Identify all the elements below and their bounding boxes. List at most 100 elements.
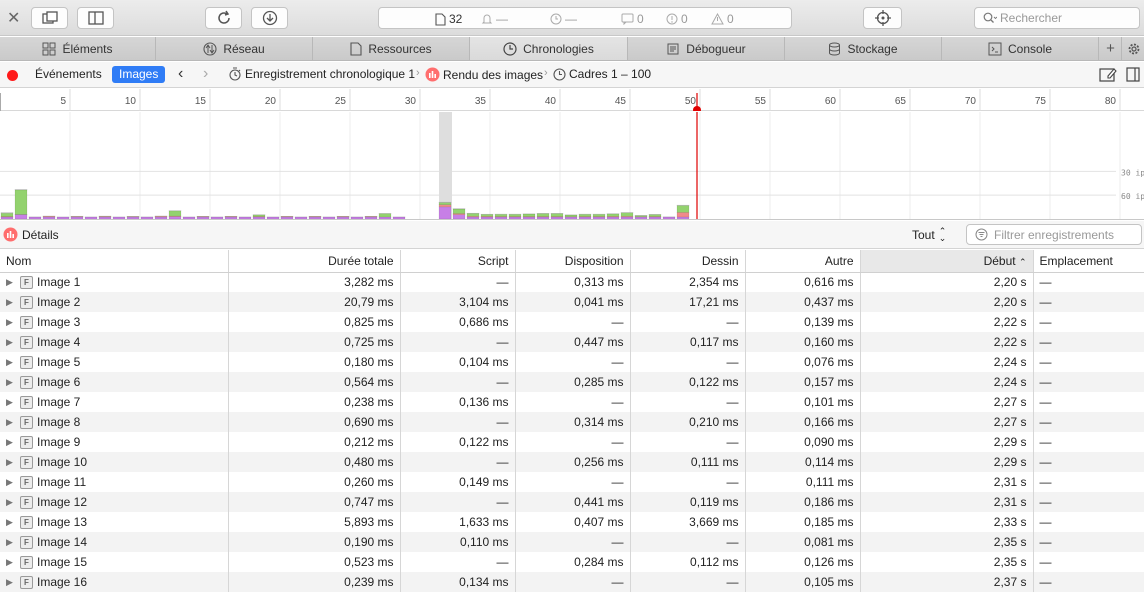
close-icon[interactable]: ✕ [7, 8, 20, 28]
frame-bar-script[interactable] [336, 216, 350, 219]
error-count[interactable]: 0 [666, 12, 688, 26]
settings-button[interactable] [1123, 37, 1144, 60]
disclosure-triangle-icon[interactable]: ▶ [6, 457, 16, 468]
table-row[interactable]: ▶ F Image 9 0,212 ms 0,122 ms — —0,090 ms 2,29 … [0, 432, 1144, 452]
frame-bar-script[interactable] [70, 216, 84, 219]
frame-bar-paint[interactable] [522, 213, 536, 217]
column-header-other[interactable]: Autre [745, 250, 861, 273]
disclosure-triangle-icon[interactable]: ▶ [6, 397, 16, 408]
frame-bar-script[interactable] [154, 216, 168, 219]
search-field[interactable] [974, 7, 1140, 29]
frame-bar-paint[interactable] [466, 213, 480, 217]
breadcrumb-range[interactable]: Cadres 1 – 100 [553, 67, 651, 81]
frame-bar-script[interactable] [350, 216, 364, 219]
frame-bar-script[interactable] [182, 216, 196, 219]
disclosure-triangle-icon[interactable]: ▶ [6, 357, 16, 368]
frame-bar-script[interactable] [438, 206, 452, 219]
frame-bar-script[interactable] [308, 216, 322, 219]
frame-bar-paint[interactable] [620, 212, 634, 217]
table-row[interactable]: ▶ F Image 2 20,79 ms 3,104 ms 0,041 ms 17,21 m… [0, 292, 1144, 312]
table-row[interactable]: ▶ F Image 14 0,190 ms 0,110 ms — —0,081 ms 2,35… [0, 532, 1144, 552]
frame-bar-paint[interactable] [168, 210, 182, 217]
frame-bar-paint[interactable] [564, 214, 578, 217]
frame-bar-script[interactable] [620, 216, 634, 219]
table-row[interactable]: ▶ F Image 5 0,180 ms 0,104 ms — —0,076 ms 2,24 … [0, 352, 1144, 372]
details-sidebar-toggle[interactable] [1099, 67, 1117, 85]
disclosure-triangle-icon[interactable]: ▶ [6, 277, 16, 288]
frame-bar-script[interactable] [466, 216, 480, 219]
table-row[interactable]: ▶ F Image 11 0,260 ms 0,149 ms — —0,111 ms 2,31… [0, 472, 1144, 492]
frame-bar-script[interactable] [564, 216, 578, 219]
frame-bar-paint[interactable] [480, 214, 494, 217]
disclosure-triangle-icon[interactable]: ▶ [6, 317, 16, 328]
frame-bar-paint[interactable] [676, 205, 690, 213]
frame-bar-script[interactable] [280, 216, 294, 219]
frames-graph[interactable]: 30 ips 60 ips [0, 112, 1144, 220]
frame-bar-layout[interactable] [676, 212, 690, 218]
disclosure-triangle-icon[interactable]: ▶ [6, 337, 16, 348]
split-view-button[interactable] [77, 7, 114, 29]
frame-bar-script[interactable] [28, 216, 42, 219]
frame-bar-other[interactable] [452, 208, 466, 210]
frame-bar-paint[interactable] [0, 212, 14, 217]
frame-bar-script[interactable] [0, 216, 14, 219]
frame-bar-script[interactable] [634, 216, 648, 219]
frame-bar-script[interactable] [662, 216, 676, 219]
frame-bar-paint[interactable] [452, 208, 466, 214]
frame-bar-script[interactable] [56, 216, 70, 219]
breadcrumb-frames[interactable]: Rendu des images [425, 67, 543, 82]
column-header-layout[interactable]: Disposition [515, 250, 631, 273]
breadcrumb-recording[interactable]: Enregistrement chronologique 1 [228, 67, 415, 81]
disclosure-triangle-icon[interactable]: ▶ [6, 497, 16, 508]
frame-bar-script[interactable] [578, 216, 592, 219]
frame-bar-other[interactable] [0, 212, 14, 214]
frame-bar-script[interactable] [252, 216, 266, 219]
log-count[interactable]: 0 [621, 12, 644, 26]
disclosure-triangle-icon[interactable]: ▶ [6, 577, 16, 588]
disclosure-triangle-icon[interactable]: ▶ [6, 537, 16, 548]
frame-bar-script[interactable] [168, 216, 182, 219]
frame-bar-script[interactable] [140, 216, 154, 219]
frames-view-button[interactable]: Images [112, 66, 166, 83]
table-row[interactable]: ▶ F Image 4 0,725 ms —0,447 ms 0,117 ms 0,160 … [0, 332, 1144, 352]
download-button[interactable] [251, 7, 288, 29]
frame-bar-script[interactable] [126, 216, 140, 219]
tab-resources[interactable]: Ressources [313, 37, 470, 60]
add-tab-button[interactable]: + [1100, 37, 1122, 60]
disclosure-triangle-icon[interactable]: ▶ [6, 517, 16, 528]
frame-bar-paint[interactable] [592, 214, 606, 217]
frame-bar-script[interactable] [210, 216, 224, 219]
tab-debugger[interactable]: Débogueur [628, 37, 785, 60]
frame-bar-script[interactable] [452, 214, 466, 219]
frame-bar-paint[interactable] [378, 213, 392, 218]
frame-bar-script[interactable] [494, 216, 508, 219]
frame-bar-script[interactable] [266, 216, 280, 219]
reload-button[interactable] [205, 7, 242, 29]
table-row[interactable]: ▶ F Image 10 0,480 ms —0,256 ms 0,111 ms 0,114… [0, 452, 1144, 472]
frame-bar-script[interactable] [14, 214, 28, 219]
table-row[interactable]: ▶ F Image 7 0,238 ms 0,136 ms — —0,101 ms 2,27 … [0, 392, 1144, 412]
column-header-paint[interactable]: Dessin [630, 250, 746, 273]
frame-bar-script[interactable] [42, 216, 56, 219]
frame-bar-script[interactable] [294, 216, 308, 219]
frame-bar-script[interactable] [606, 216, 620, 219]
filter-field[interactable] [966, 224, 1142, 245]
frame-bar-script[interactable] [648, 216, 662, 219]
column-header-location[interactable]: Emplacement [1033, 250, 1144, 273]
tab-timelines[interactable]: Chronologies [470, 37, 628, 60]
undock-button[interactable] [31, 7, 68, 29]
frame-bar-paint[interactable] [550, 213, 564, 217]
frame-bar-script[interactable] [112, 216, 126, 219]
inspect-button[interactable] [863, 7, 902, 29]
frame-bar-other[interactable] [14, 189, 28, 191]
frame-bar-script[interactable] [196, 216, 210, 219]
table-row[interactable]: ▶ F Image 8 0,690 ms —0,314 ms 0,210 ms 0,166 … [0, 412, 1144, 432]
sidebar-toggle[interactable] [1126, 67, 1140, 85]
resource-count[interactable]: 32 [435, 12, 462, 26]
frame-bar-script[interactable] [238, 216, 252, 219]
frame-bar-script[interactable] [392, 216, 406, 219]
disclosure-triangle-icon[interactable]: ▶ [6, 557, 16, 568]
table-row[interactable]: ▶ F Image 6 0,564 ms —0,285 ms 0,122 ms 0,157 … [0, 372, 1144, 392]
frame-bar-layout[interactable] [438, 204, 452, 208]
frame-bar-paint[interactable] [438, 202, 452, 205]
